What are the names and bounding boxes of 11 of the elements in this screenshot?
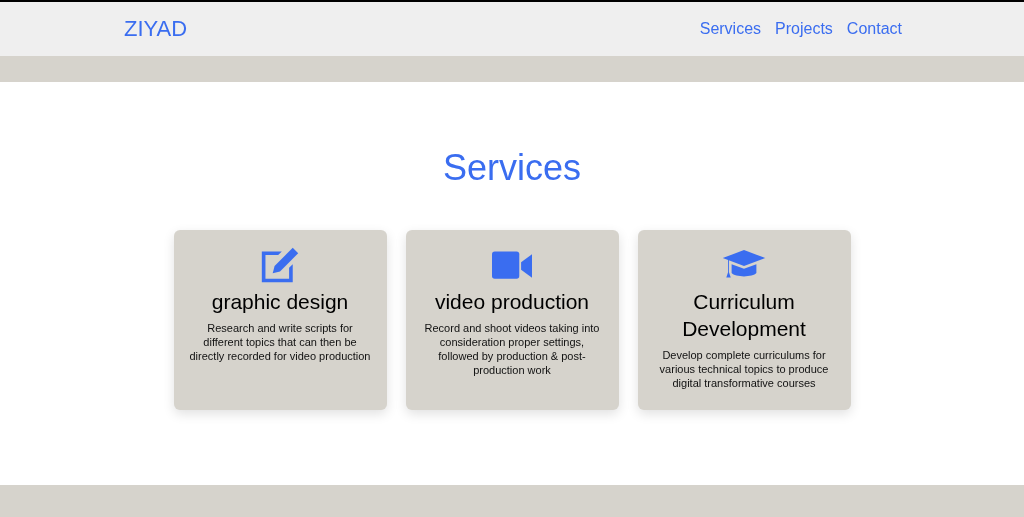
card-description: Record and shoot videos taking into consideration proper settings, followed by production & post-production work	[423, 321, 601, 377]
card-title: graphic design	[211, 289, 349, 315]
section-title: Services	[442, 146, 581, 190]
card-description: Develop complete curriculums for various technical topics to produce digital transformative courses	[658, 348, 830, 390]
card-title: video production	[434, 289, 590, 315]
card-description: Research and write scripts for different topics that can then be directly recorded for video production	[188, 321, 372, 363]
card-title: Curriculum Development	[681, 289, 807, 342]
nav-link[interactable]: Projects	[775, 20, 833, 38]
nav-link[interactable]: Services	[699, 20, 762, 38]
nav-link[interactable]: Contact	[846, 20, 902, 38]
logo[interactable]: ZIYAD	[124, 16, 188, 42]
